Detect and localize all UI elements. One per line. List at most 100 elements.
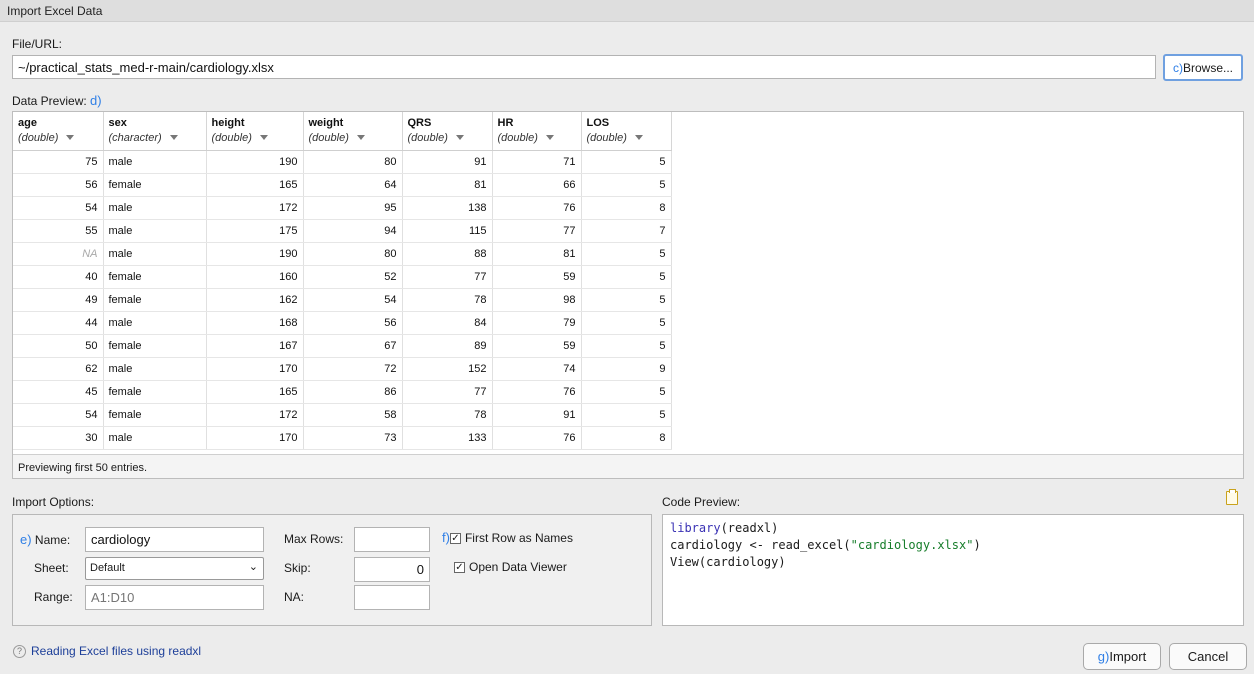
table-cell: 76 [492, 426, 582, 450]
import-options-label: Import Options: [12, 495, 95, 509]
table-cell: 138 [402, 196, 493, 220]
column-type: (double) [308, 132, 349, 144]
import-options-panel: e) Name: Sheet: Default ⌄ Range: Max Rows… [12, 514, 652, 626]
table-cell: 58 [303, 403, 403, 427]
table-cell: male [103, 357, 207, 381]
skip-label: Skip: [284, 561, 311, 575]
help-icon[interactable]: ? [13, 645, 26, 658]
table-cell: 152 [402, 357, 493, 381]
table-cell: male [103, 242, 207, 266]
column-type: (double) [586, 132, 627, 144]
table-row: 55 male 175 94 115 77 7 [13, 219, 672, 243]
table-cell: 77 [492, 219, 582, 243]
column-header-height[interactable]: height (double) [206, 112, 304, 151]
table-cell: 5 [581, 265, 672, 289]
table-cell: 59 [492, 334, 582, 358]
table-cell: 71 [492, 150, 582, 174]
table-cell: 168 [206, 311, 304, 335]
sheet-label: Sheet: [34, 561, 69, 575]
column-type-dropdown-icon[interactable] [259, 135, 268, 141]
column-type: (double) [407, 132, 448, 144]
skip-input[interactable] [354, 557, 430, 582]
sheet-select[interactable]: Default ⌄ [85, 557, 264, 580]
table-cell: 86 [303, 380, 403, 404]
column-name: LOS [586, 117, 610, 129]
table-cell: 73 [303, 426, 403, 450]
table-cell: 8 [581, 426, 672, 450]
table-cell: 91 [492, 403, 582, 427]
table-row: 45 female 165 86 77 76 5 [13, 380, 672, 404]
sheet-select-value: Default [90, 562, 125, 574]
code-line-2: cardiology <- read_excel("cardiology.xls… [670, 538, 981, 552]
range-input[interactable] [85, 585, 264, 610]
table-cell: 172 [206, 403, 304, 427]
column-type: (double) [211, 132, 252, 144]
table-cell: 78 [402, 403, 493, 427]
table-cell: 115 [402, 219, 493, 243]
browse-button[interactable]: c)Browse... [1163, 54, 1243, 81]
table-row: 30 male 170 73 133 76 8 [13, 426, 672, 450]
column-header-qrs[interactable]: QRS (double) [402, 112, 493, 151]
file-url-input[interactable] [12, 55, 1156, 79]
table-cell: 55 [13, 219, 104, 243]
column-header-age[interactable]: age (double) [13, 112, 104, 151]
checkbox-checked-icon[interactable]: ✓ [449, 533, 461, 545]
cancel-button[interactable]: Cancel [1169, 643, 1247, 670]
table-cell: female [103, 334, 207, 358]
table-cell: male [103, 219, 207, 243]
import-label: Import [1109, 649, 1147, 664]
table-cell: 5 [581, 288, 672, 312]
data-preview-label: Data Preview: d) [12, 93, 102, 108]
preview-table: age (double) sex (character) height (double) w… [13, 112, 672, 450]
preview-footer: Previewing first 50 entries. [13, 454, 1243, 478]
checkbox-checked-icon[interactable]: ✓ [454, 562, 465, 574]
open-data-viewer-checkbox[interactable]: ✓ Open Data Viewer [454, 560, 567, 574]
table-cell: 160 [206, 265, 304, 289]
column-name: HR [497, 117, 514, 129]
window-title: Import Excel Data [0, 0, 1254, 22]
column-header-hr[interactable]: HR (double) [492, 112, 582, 151]
table-row: 44 male 168 56 84 79 5 [13, 311, 672, 335]
column-type-dropdown-icon[interactable] [66, 135, 75, 141]
column-header-weight[interactable]: weight (double) [303, 112, 403, 151]
na-input[interactable] [354, 585, 430, 610]
code-preview[interactable]: library(readxl) cardiology <- read_excel… [662, 514, 1244, 626]
max-rows-input[interactable] [354, 527, 430, 552]
table-cell: 165 [206, 380, 304, 404]
name-label: e) Name: [20, 532, 71, 547]
import-button[interactable]: g)Import [1083, 643, 1161, 670]
code-line-3: View(cardiology) [670, 555, 786, 569]
column-header-sex[interactable]: sex (character) [103, 112, 207, 151]
table-cell: 5 [581, 150, 672, 174]
table-cell: 40 [13, 265, 104, 289]
browse-annotation: c) [1172, 61, 1183, 75]
first-row-as-names-checkbox[interactable]: f)✓ First Row as Names [442, 530, 573, 545]
clipboard-icon[interactable] [1226, 489, 1238, 505]
table-cell: 77 [402, 380, 493, 404]
table-cell: male [103, 196, 207, 220]
table-cell: 54 [303, 288, 403, 312]
open-viewer-label: Open Data Viewer [469, 560, 567, 574]
name-input[interactable] [85, 527, 264, 552]
table-cell: 45 [13, 380, 104, 404]
import-annotation: g) [1097, 649, 1110, 664]
table-row: 50 female 167 67 89 59 5 [13, 334, 672, 358]
table-cell: 76 [492, 196, 582, 220]
column-type-dropdown-icon[interactable] [169, 135, 178, 141]
data-preview-grid[interactable]: age (double) sex (character) height (double) w… [12, 111, 1244, 479]
column-type-dropdown-icon[interactable] [545, 135, 554, 141]
column-name: weight [308, 117, 344, 129]
column-type-dropdown-icon[interactable] [356, 135, 365, 141]
column-type-dropdown-icon[interactable] [455, 135, 464, 141]
name-annotation: e) [20, 532, 32, 547]
table-cell: NA [13, 242, 104, 266]
column-type-dropdown-icon[interactable] [634, 135, 643, 141]
table-cell: 81 [492, 242, 582, 266]
column-header-los[interactable]: LOS (double) [581, 112, 672, 151]
readxl-help-link[interactable]: Reading Excel files using readxl [31, 644, 201, 658]
table-cell: 5 [581, 403, 672, 427]
table-cell: female [103, 265, 207, 289]
table-cell: 77 [402, 265, 493, 289]
table-cell: 5 [581, 311, 672, 335]
na-label: NA: [284, 590, 305, 604]
